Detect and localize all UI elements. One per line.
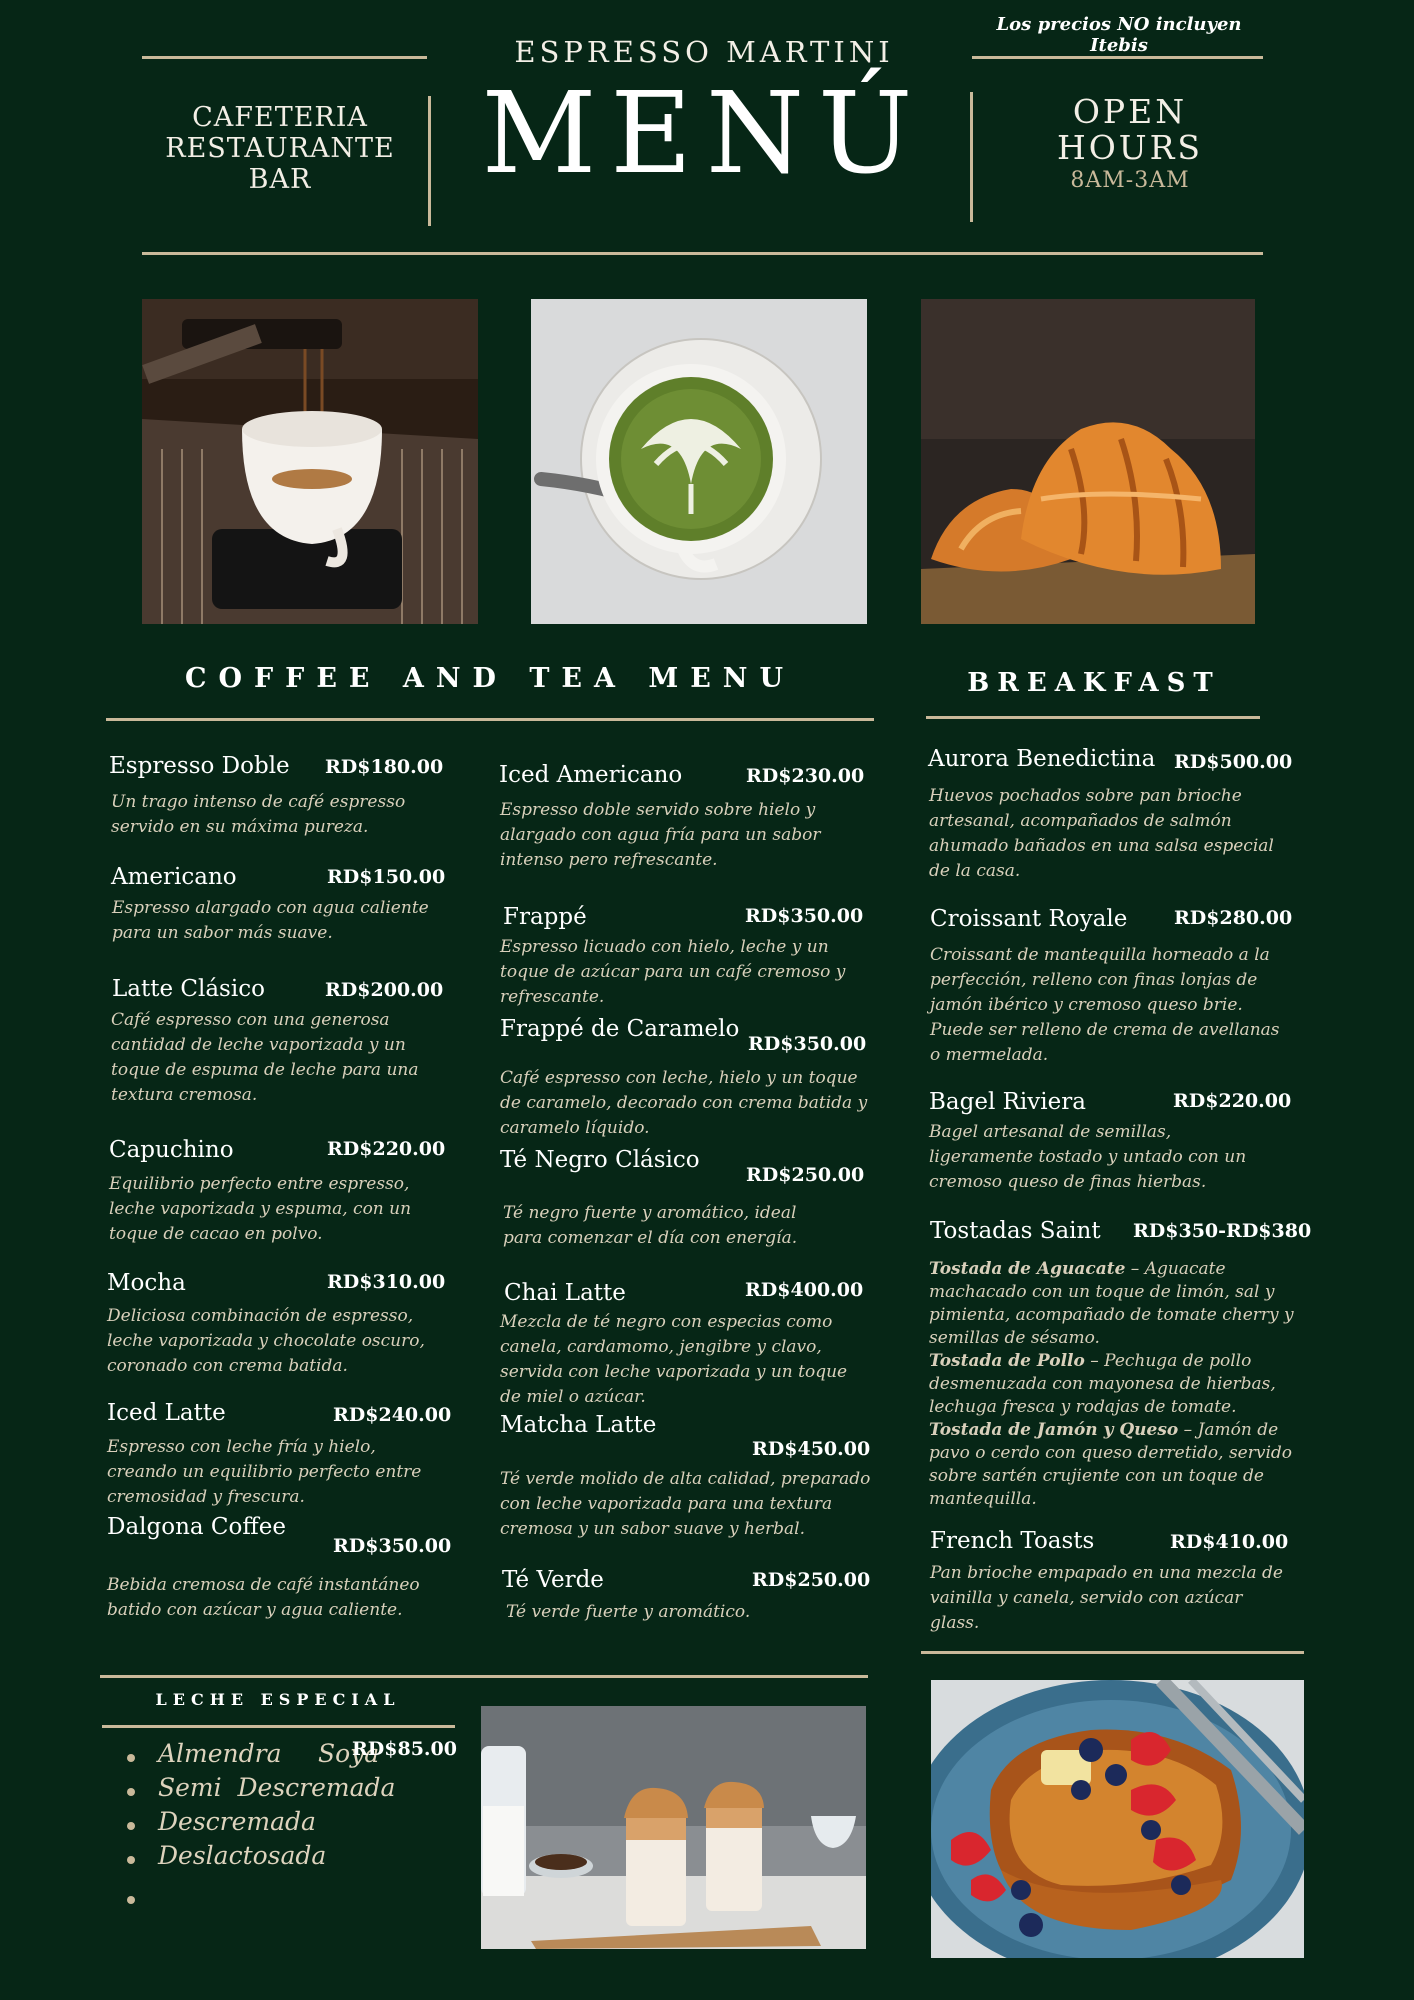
item-price: RD$180.00 (325, 756, 444, 778)
lower-coffee-rule (100, 1675, 868, 1678)
item-name: Iced Americano (499, 762, 683, 788)
item-price: RD$350.00 (745, 905, 864, 927)
item-desc: Equilibrio perfecto entre espresso, lech… (109, 1174, 412, 1244)
main-title: MENÚ (481, 69, 927, 199)
leche-option: Semi Descremada (158, 1773, 396, 1802)
header-top-right-rule (972, 56, 1263, 59)
dalgona-coffee-photo-image (481, 1706, 866, 1949)
tax-note: Los precios NO incluyen Itebis (996, 14, 1242, 56)
header-left-line-1: CAFETERIA (192, 102, 368, 133)
header-left-line-3: BAR (248, 164, 312, 196)
leche-option: Deslactosada (158, 1841, 327, 1870)
item-name: Americano (111, 864, 237, 890)
item-price: RD$200.00 (325, 979, 444, 1001)
bullet (127, 1788, 135, 1796)
bullet (127, 1856, 135, 1864)
item-name: Capuchino (109, 1137, 234, 1163)
item-price: RD$150.00 (327, 866, 446, 888)
item-desc: Mezcla de té negro con especias como can… (500, 1312, 848, 1407)
item-desc: Espresso con leche fría y hielo, creando… (107, 1437, 422, 1507)
item-price: RD$220.00 (1173, 1090, 1292, 1112)
lower-breakfast-rule (921, 1651, 1304, 1654)
leche-price: RD$85.00 (352, 1738, 457, 1760)
header-right-divider (970, 92, 973, 222)
item-desc: Bebida cremosa de café instantáneo batid… (107, 1575, 420, 1620)
tostada-pollo: Tostada de Pollo – Pechuga de pollo desm… (929, 1351, 1276, 1417)
item-name: Latte Clásico (112, 976, 265, 1002)
item-price: RD$350-RD$380 (1133, 1220, 1312, 1242)
item-desc: Deliciosa combinación de espresso, leche… (107, 1306, 425, 1376)
item-name: Bagel Riviera (929, 1089, 1086, 1115)
coffee-section-title: COFFEE AND TEA MENU (184, 663, 796, 694)
item-name: Dalgona Coffee (107, 1514, 286, 1540)
item-desc: Espresso licuado con hielo, leche y un t… (500, 937, 846, 1007)
hours-label: HOURS (1056, 128, 1204, 168)
item-name: Frappé de Caramelo (500, 1016, 740, 1042)
item-price: RD$250.00 (752, 1569, 871, 1591)
item-price: RD$350.00 (333, 1535, 452, 1557)
item-desc: Café espresso con una generosa cantidad … (111, 1010, 419, 1105)
item-desc: Espresso alargado con agua caliente para… (112, 898, 429, 943)
item-name: Iced Latte (107, 1400, 226, 1426)
item-desc: Té verde molido de alta calidad, prepara… (500, 1469, 871, 1539)
item-name: Espresso Doble (109, 753, 290, 779)
item-price: RD$350.00 (748, 1033, 867, 1055)
item-name: Tostadas Saint (930, 1218, 1101, 1244)
leche-title-rule (102, 1725, 455, 1728)
matcha-latte-photo-image (531, 299, 867, 624)
open-label: OPEN (1072, 92, 1188, 131)
item-price: RD$410.00 (1170, 1531, 1289, 1553)
breakfast-title-rule (926, 716, 1260, 719)
tostada-aguacate: Tostada de Aguacate – Aguacate machacado… (929, 1259, 1294, 1348)
item-name: Mocha (107, 1270, 186, 1296)
item-desc: Croissant de mantequilla horneado a la p… (930, 945, 1280, 1065)
bullet (127, 1896, 135, 1904)
item-name: Té Negro Clásico (500, 1147, 700, 1173)
tostadas-list: Tostada de Aguacate – Aguacate machacado… (929, 1258, 1303, 1511)
header-top-left-rule (142, 56, 427, 59)
leche-option: Almendra (158, 1739, 282, 1768)
item-desc: Huevos pochados sobre pan brioche artesa… (929, 786, 1274, 881)
item-desc: Té verde fuerte y aromático. (506, 1602, 751, 1622)
header-bottom-rule (142, 252, 1263, 255)
breakfast-section-title: BREAKFAST (967, 668, 1221, 698)
item-desc: Un trago intenso de café espresso servid… (111, 792, 406, 837)
item-name: Frappé (503, 904, 587, 930)
item-price: RD$450.00 (752, 1438, 871, 1460)
item-price: RD$240.00 (333, 1404, 452, 1426)
item-price: RD$500.00 (1174, 751, 1293, 773)
header-left-block: CAFETERIA RESTAURANTE BAR (150, 102, 410, 195)
leche-section-title: LECHE ESPECIAL (155, 1690, 401, 1709)
header-left-line-2: RESTAURANTE (165, 133, 395, 165)
item-name: Té Verde (502, 1567, 604, 1593)
item-price: RD$400.00 (745, 1279, 864, 1301)
header-right-block: OPEN HOURS 8AM-3AM (990, 92, 1270, 193)
item-desc: Café espresso con leche, hielo y un toqu… (500, 1068, 868, 1138)
item-name: Aurora Benedictina (928, 746, 1156, 772)
bullet (127, 1754, 135, 1762)
bullet (127, 1822, 135, 1830)
item-price: RD$220.00 (327, 1138, 446, 1160)
item-price: RD$230.00 (746, 765, 865, 787)
french-toast-photo-image (931, 1680, 1304, 1958)
business-name: ESPRESSO MARTINI (514, 35, 894, 69)
item-price: RD$250.00 (746, 1164, 865, 1186)
item-desc: Espresso doble servido sobre hielo y ala… (500, 800, 821, 870)
item-name: Matcha Latte (500, 1412, 657, 1438)
croissant-photo-image (921, 299, 1255, 624)
coffee-title-rule (106, 718, 874, 721)
item-desc: Té negro fuerte y aromático, ideal para … (503, 1203, 798, 1248)
item-desc: Pan brioche empapado en una mezcla de va… (930, 1563, 1283, 1633)
espresso-photo-image (142, 299, 478, 624)
item-name: Chai Latte (504, 1280, 626, 1306)
header-left-divider (428, 96, 431, 226)
item-name: French Toasts (930, 1528, 1095, 1554)
item-desc: Bagel artesanal de semillas, ligeramente… (929, 1122, 1247, 1192)
item-price: RD$310.00 (327, 1271, 446, 1293)
leche-option: Descremada (158, 1807, 316, 1836)
item-price: RD$280.00 (1174, 907, 1293, 929)
item-name: Croissant Royale (930, 906, 1128, 932)
hours-value: 8AM-3AM (1070, 167, 1190, 193)
tostada-jamon-queso: Tostada de Jamón y Queso – Jamón de pavo… (929, 1420, 1293, 1509)
